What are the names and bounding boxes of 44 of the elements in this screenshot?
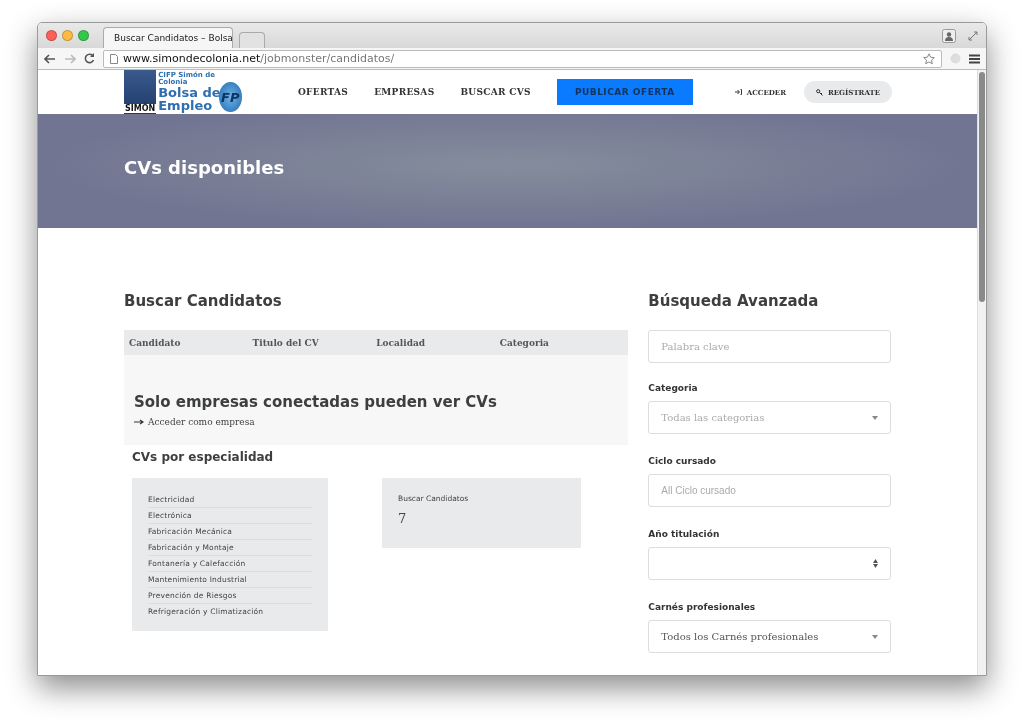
fullscreen-icon[interactable] <box>968 30 978 41</box>
scrollbar[interactable] <box>977 70 986 675</box>
nav-link[interactable]: OFERTAS <box>297 87 349 97</box>
browser-tab[interactable]: Buscar Candidatos – Bolsa <box>103 27 233 48</box>
field-label: Carnés profesionales <box>648 602 757 612</box>
nav-link[interactable]: EMPRESAS <box>374 87 435 97</box>
back-icon[interactable] <box>44 53 56 64</box>
logo-title: Empleo <box>158 99 214 112</box>
login-link[interactable]: Acceder como empresa <box>134 417 619 427</box>
field-label: Categoria <box>648 383 699 393</box>
field-label: Año titulación <box>648 529 721 539</box>
address-bar[interactable]: www.simondecolonia.net/jobmonster/candidatos/ <box>103 49 942 68</box>
column-header: Categoria <box>499 337 550 348</box>
logo-title: Bolsa de <box>158 86 221 99</box>
select-field[interactable]: Todos los Carnés profesionales <box>648 620 891 653</box>
number-field[interactable] <box>648 547 891 580</box>
new-tab-button[interactable] <box>239 32 265 48</box>
key-icon <box>815 88 823 96</box>
keyword-field[interactable]: Palabra clave <box>648 330 891 363</box>
forward-icon[interactable] <box>64 53 76 64</box>
section-title: Buscar Candidatos <box>124 292 283 310</box>
window-controls[interactable] <box>46 30 89 41</box>
hero-title: CVs disponibles <box>124 156 285 178</box>
column-header: Candidato <box>129 337 182 348</box>
user-icon[interactable] <box>942 28 956 43</box>
caret-icon <box>872 634 878 639</box>
login-icon <box>734 89 742 95</box>
reload-icon[interactable] <box>84 53 95 64</box>
arrow-icon <box>134 419 144 425</box>
spinner-icon <box>873 559 878 568</box>
field-label: Ciclo cursado <box>648 456 717 466</box>
sidebar-title: Búsqueda Avanzada <box>648 292 820 310</box>
column-header: Localidad <box>376 337 427 348</box>
notice-title: Solo empresas conectadas pueden ver CVs <box>134 393 498 411</box>
column-header: Titulo del CV <box>252 337 320 348</box>
menu-icon[interactable] <box>969 53 980 64</box>
page-icon <box>110 53 118 64</box>
star-icon[interactable] <box>923 52 935 65</box>
input-field[interactable]: All Ciclo cursado <box>648 474 891 507</box>
logo-mark[interactable]: SIMÓN <box>124 70 157 114</box>
nav-link[interactable]: BUSCAR CVS <box>460 87 531 97</box>
caret-icon <box>872 415 878 420</box>
subsection-title: CVs por especialidad <box>132 450 275 464</box>
stat-value: 7 <box>398 511 408 526</box>
